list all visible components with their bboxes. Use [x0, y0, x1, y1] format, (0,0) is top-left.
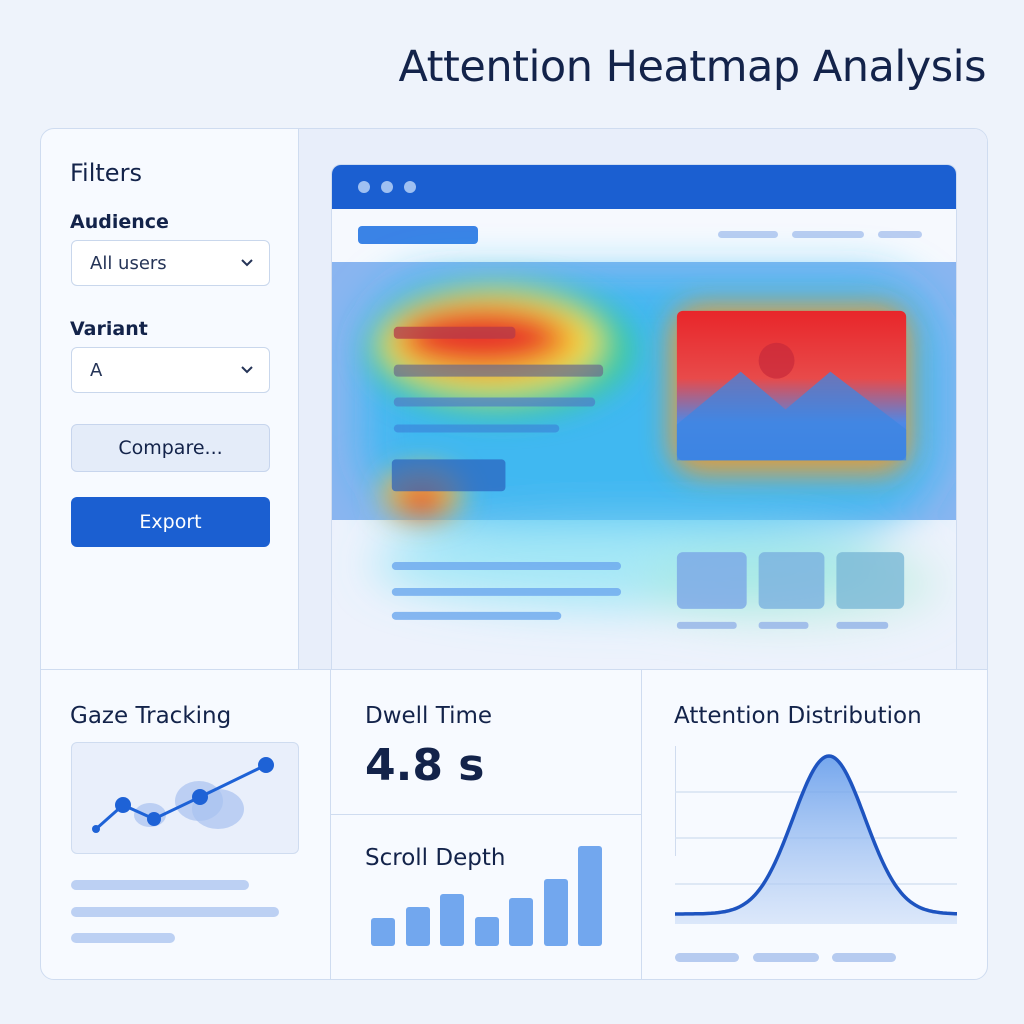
filters-title: Filters: [70, 159, 142, 187]
gaze-chart: [71, 742, 299, 854]
legend-placeholder: [753, 953, 819, 962]
dwell-scroll-panel: Dwell Time 4.8 s Scroll Depth: [331, 670, 642, 979]
gaze-tracking-title: Gaze Tracking: [70, 703, 232, 729]
chevron-down-icon: [241, 259, 253, 267]
filters-sidebar: Filters Audience All users Variant A Com…: [41, 129, 299, 669]
scroll-depth-panel: Scroll Depth: [331, 815, 641, 979]
audience-value: All users: [90, 253, 167, 274]
scroll-depth-bar: [578, 846, 602, 946]
dwell-time-title: Dwell Time: [365, 703, 493, 729]
variant-value: A: [90, 360, 103, 381]
export-button[interactable]: Export: [71, 497, 270, 547]
scroll-depth-bar: [509, 898, 533, 946]
audience-select[interactable]: All users: [71, 240, 270, 286]
dashboard-card: Filters Audience All users Variant A Com…: [40, 128, 988, 980]
page-title: Attention Heatmap Analysis: [398, 42, 987, 92]
variant-label: Variant: [70, 318, 148, 340]
distribution-chart: [675, 746, 957, 924]
scroll-depth-bar: [474, 917, 499, 946]
distribution-area: [675, 756, 957, 924]
scroll-depth-bar: [371, 918, 395, 946]
chevron-down-icon: [241, 366, 253, 374]
dwell-time-panel: Dwell Time 4.8 s: [331, 670, 641, 815]
scroll-depth-title: Scroll Depth: [365, 845, 506, 871]
legend-placeholder: [832, 953, 896, 962]
placeholder-line: [71, 880, 249, 890]
gaze-path-graphic: [92, 757, 274, 833]
compare-button[interactable]: Compare...: [71, 424, 270, 472]
variant-select[interactable]: A: [71, 347, 270, 393]
heatmap-overlay: [361, 274, 941, 629]
scroll-depth-bar: [440, 894, 464, 946]
placeholder-line: [71, 907, 279, 917]
metrics-row: Gaze Tracking Dwell Time 4.8 s Scroll De…: [41, 669, 987, 979]
heatmap-preview: [299, 129, 987, 669]
gaze-tracking-panel: Gaze Tracking: [41, 670, 331, 979]
placeholder-line: [71, 933, 175, 943]
audience-label: Audience: [70, 211, 169, 233]
attention-distribution-panel: Attention Distribution: [642, 670, 987, 979]
legend-placeholder: [675, 953, 739, 962]
browser-mockup: [331, 164, 957, 669]
attention-distribution-title: Attention Distribution: [674, 703, 922, 729]
scroll-depth-bar: [543, 879, 568, 946]
dwell-time-value: 4.8 s: [365, 740, 485, 791]
scroll-depth-bar: [405, 907, 430, 946]
